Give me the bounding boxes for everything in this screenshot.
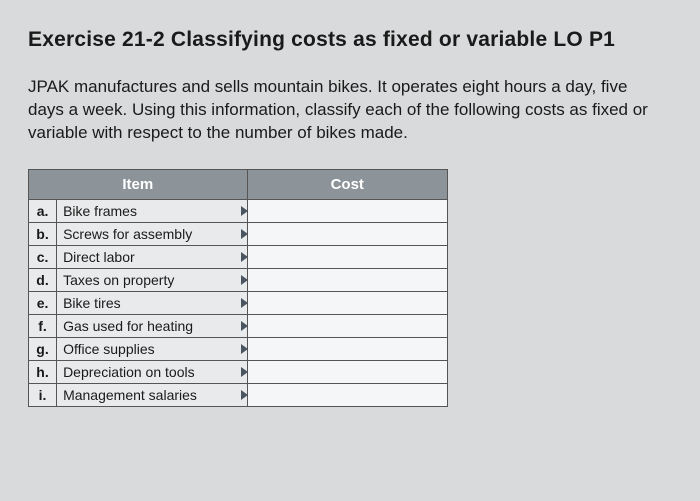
table-row: h. Depreciation on tools — [29, 360, 448, 383]
row-letter: f. — [29, 314, 57, 337]
table-row: g. Office supplies — [29, 337, 448, 360]
table-row: b. Screws for assembly — [29, 222, 448, 245]
header-item: Item — [29, 169, 248, 199]
cost-classification-table-wrap: Item Cost a. Bike frames b. Screws for a… — [28, 169, 448, 407]
item-label: Bike tires — [63, 295, 121, 311]
table-header-row: Item Cost — [29, 169, 448, 199]
row-item: Depreciation on tools — [57, 360, 247, 383]
row-letter: a. — [29, 199, 57, 222]
item-label: Office supplies — [63, 341, 155, 357]
dropdown-icon — [241, 206, 248, 216]
dropdown-icon — [241, 321, 248, 331]
cost-cell[interactable] — [247, 314, 447, 337]
row-letter: c. — [29, 245, 57, 268]
cost-cell[interactable] — [247, 291, 447, 314]
row-item: Bike tires — [57, 291, 247, 314]
dropdown-icon — [241, 390, 248, 400]
table-row: c. Direct labor — [29, 245, 448, 268]
row-item: Screws for assembly — [57, 222, 247, 245]
row-item: Management salaries — [57, 383, 247, 406]
item-label: Depreciation on tools — [63, 364, 195, 380]
exercise-title: Exercise 21-2 Classifying costs as fixed… — [28, 28, 672, 52]
item-label: Screws for assembly — [63, 226, 192, 242]
row-item: Taxes on property — [57, 268, 247, 291]
row-letter: b. — [29, 222, 57, 245]
row-letter: e. — [29, 291, 57, 314]
row-letter: d. — [29, 268, 57, 291]
cost-cell[interactable] — [247, 337, 447, 360]
header-cost: Cost — [247, 169, 447, 199]
dropdown-icon — [241, 252, 248, 262]
table-row: i. Management salaries — [29, 383, 448, 406]
row-letter: h. — [29, 360, 57, 383]
dropdown-icon — [241, 229, 248, 239]
row-item: Direct labor — [57, 245, 247, 268]
table-row: f. Gas used for heating — [29, 314, 448, 337]
cost-classification-table: Item Cost a. Bike frames b. Screws for a… — [28, 169, 448, 407]
item-label: Gas used for heating — [63, 318, 193, 334]
dropdown-icon — [241, 344, 248, 354]
item-label: Bike frames — [63, 203, 137, 219]
row-item: Office supplies — [57, 337, 247, 360]
item-label: Management salaries — [63, 387, 197, 403]
dropdown-icon — [241, 367, 248, 377]
dropdown-icon — [241, 298, 248, 308]
cost-cell[interactable] — [247, 360, 447, 383]
table-row: a. Bike frames — [29, 199, 448, 222]
row-letter: g. — [29, 337, 57, 360]
item-label: Direct labor — [63, 249, 135, 265]
table-row: d. Taxes on property — [29, 268, 448, 291]
dropdown-icon — [241, 275, 248, 285]
cost-cell[interactable] — [247, 222, 447, 245]
row-letter: i. — [29, 383, 57, 406]
cost-cell[interactable] — [247, 268, 447, 291]
cost-cell[interactable] — [247, 383, 447, 406]
exercise-instructions: JPAK manufactures and sells mountain bik… — [28, 76, 668, 145]
row-item: Bike frames — [57, 199, 247, 222]
row-item: Gas used for heating — [57, 314, 247, 337]
table-row: e. Bike tires — [29, 291, 448, 314]
cost-cell[interactable] — [247, 245, 447, 268]
item-label: Taxes on property — [63, 272, 174, 288]
cost-cell[interactable] — [247, 199, 447, 222]
